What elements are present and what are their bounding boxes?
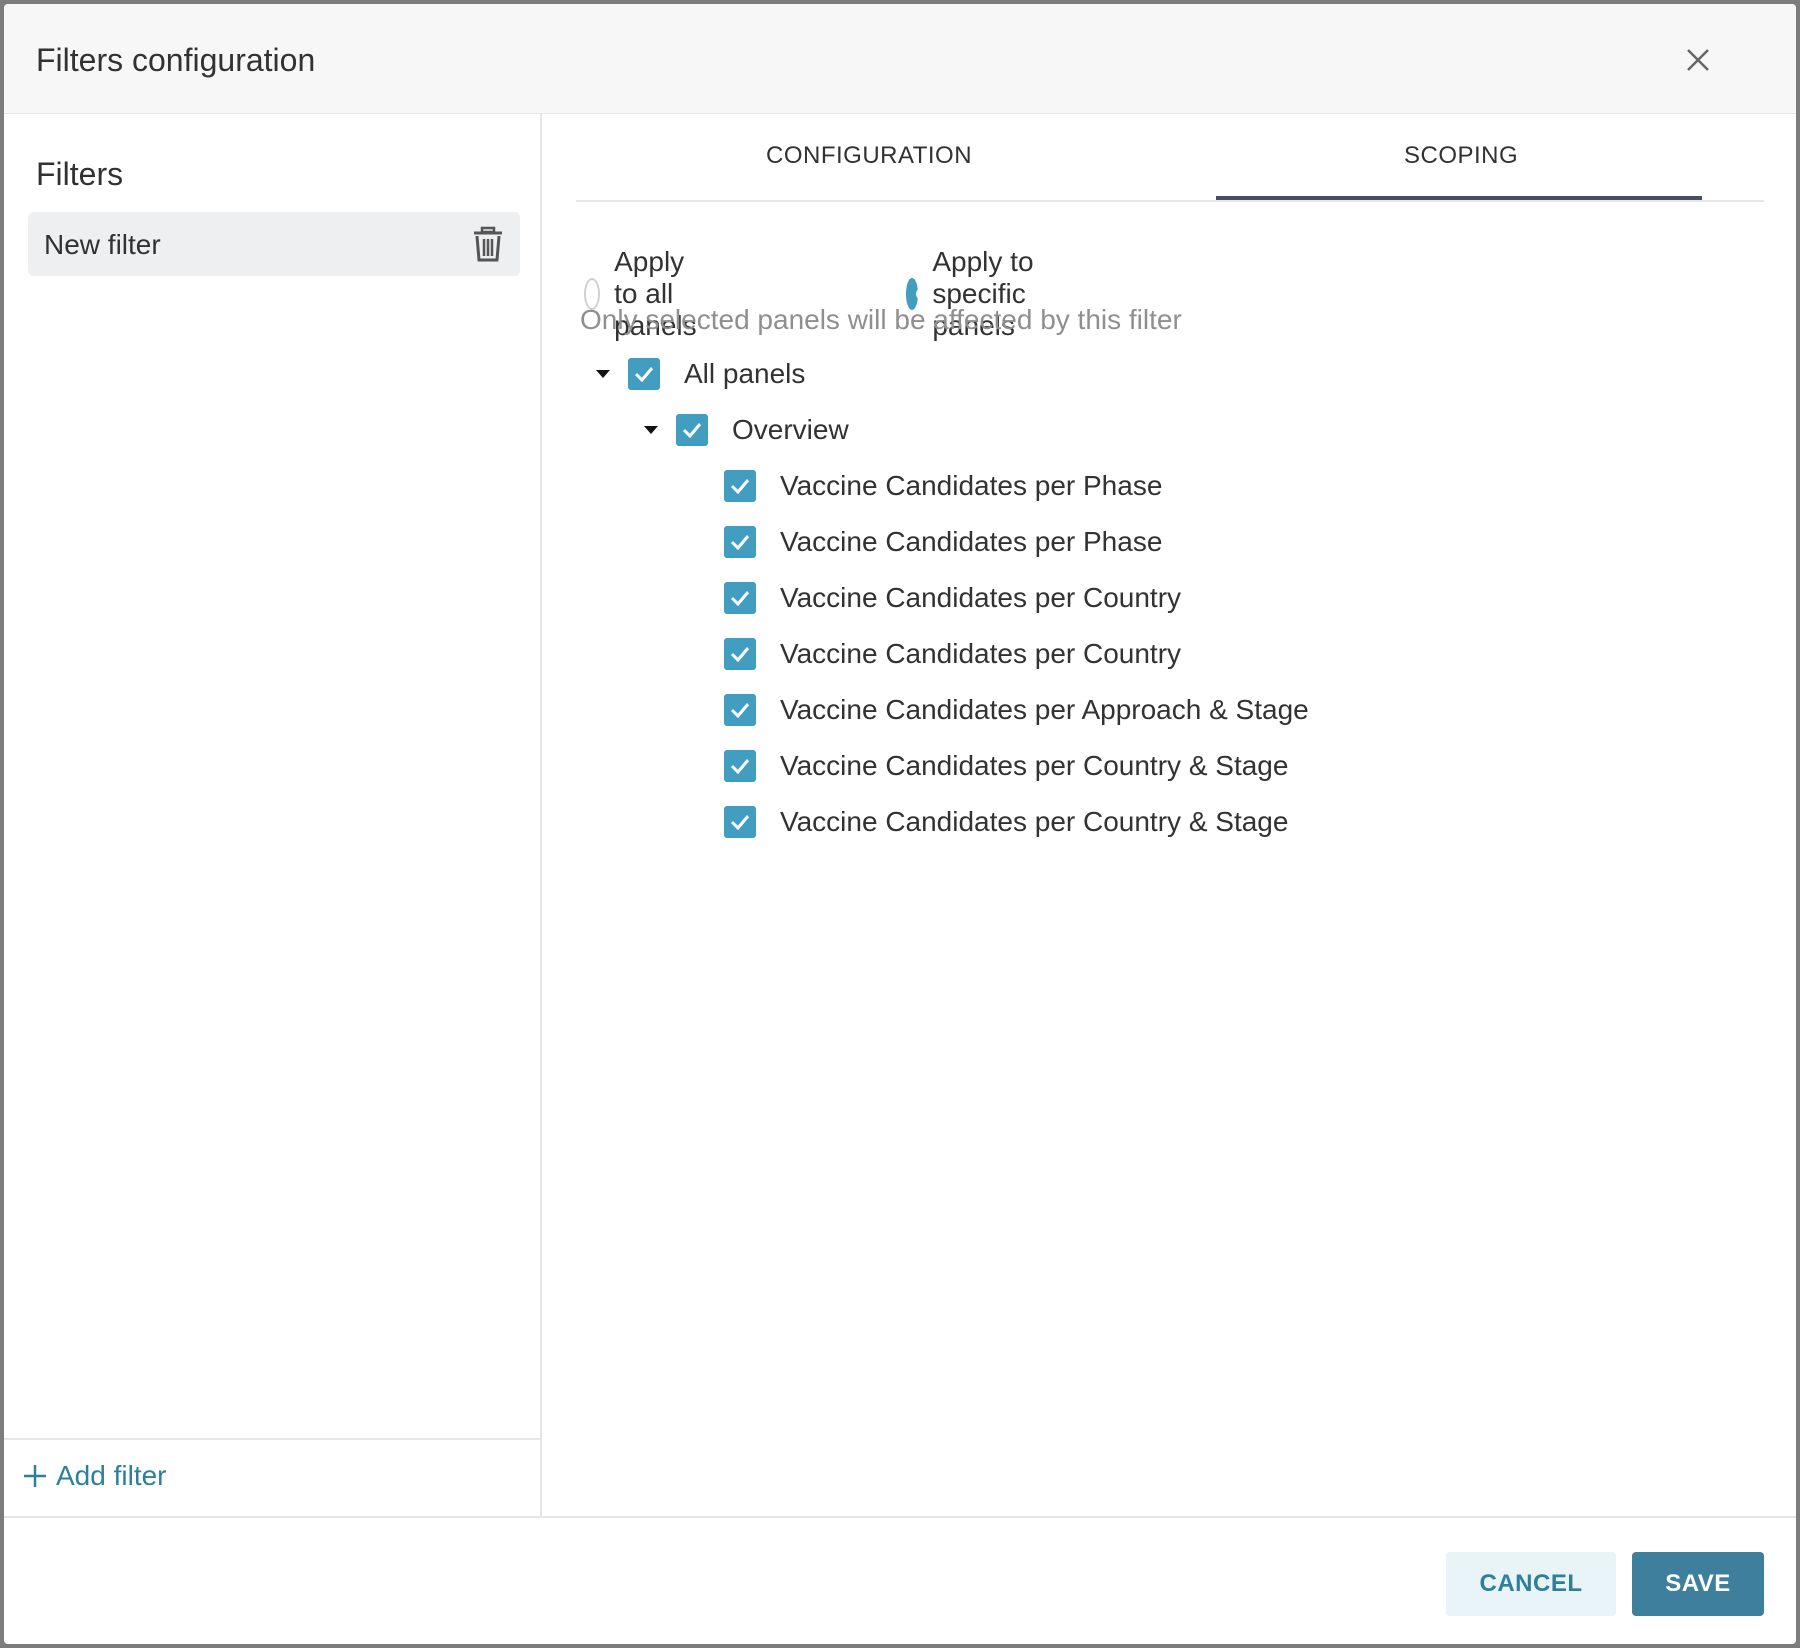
- modal-header: Filters configuration: [4, 4, 1796, 114]
- filters-sidebar: Filters New filter Add filter: [4, 114, 542, 1516]
- tab-configuration[interactable]: CONFIGURATION: [766, 142, 972, 170]
- check-icon: [730, 759, 750, 774]
- filter-details-pane: CONFIGURATION SCOPING Apply to all panel…: [544, 114, 1796, 1516]
- close-icon[interactable]: [1680, 42, 1716, 78]
- checkbox-panel[interactable]: [724, 470, 756, 502]
- save-button[interactable]: SAVE: [1632, 1552, 1764, 1616]
- tree-node-panel: Vaccine Candidates per Country & Stage: [724, 746, 1288, 786]
- check-icon: [730, 647, 750, 662]
- scope-hint-text: Only selected panels will be affected by…: [580, 304, 1182, 335]
- tree-node-all-panels: All panels: [592, 354, 805, 394]
- tree-node-overview: Overview: [640, 410, 849, 450]
- tree-label: Vaccine Candidates per Phase: [780, 470, 1163, 501]
- filter-item-label: New filter: [44, 229, 161, 260]
- checkbox-panel[interactable]: [724, 638, 756, 670]
- checkbox-all-panels[interactable]: [628, 358, 660, 390]
- caret-down-icon[interactable]: [592, 362, 616, 386]
- trash-icon[interactable]: [468, 224, 508, 264]
- check-icon: [730, 479, 750, 494]
- tree-label: Vaccine Candidates per Country & Stage: [780, 750, 1289, 781]
- check-icon: [730, 815, 750, 830]
- filters-heading: Filters: [36, 156, 124, 192]
- tree-label: Overview: [732, 414, 849, 445]
- tree-node-panel: Vaccine Candidates per Phase: [724, 522, 1162, 562]
- checkbox-panel[interactable]: [724, 582, 756, 614]
- check-icon: [682, 423, 702, 438]
- checkbox-panel[interactable]: [724, 806, 756, 838]
- tree-label: Vaccine Candidates per Country & Stage: [780, 806, 1289, 837]
- tab-bar: CONFIGURATION SCOPING: [576, 114, 1764, 202]
- tree-node-panel: Vaccine Candidates per Approach & Stage: [724, 690, 1309, 730]
- tree-label: Vaccine Candidates per Approach & Stage: [780, 694, 1309, 725]
- tree-label: All panels: [684, 358, 806, 389]
- tree-label: Vaccine Candidates per Country: [780, 638, 1182, 669]
- tree-label: Vaccine Candidates per Phase: [780, 526, 1163, 557]
- filter-item-new-filter[interactable]: New filter: [28, 212, 520, 276]
- tree-node-panel: Vaccine Candidates per Country & Stage: [724, 802, 1288, 842]
- checkbox-panel[interactable]: [724, 750, 756, 782]
- tree-node-panel: Vaccine Candidates per Country: [724, 634, 1181, 674]
- checkbox-panel[interactable]: [724, 526, 756, 558]
- check-icon: [730, 703, 750, 718]
- modal-footer: CANCEL SAVE: [4, 1516, 1796, 1644]
- checkbox-panel[interactable]: [724, 694, 756, 726]
- sidebar-footer: Add filter: [4, 1438, 540, 1516]
- checkbox-overview[interactable]: [676, 414, 708, 446]
- add-filter-label: Add filter: [56, 1460, 167, 1491]
- check-icon: [730, 535, 750, 550]
- caret-down-icon[interactable]: [640, 418, 664, 442]
- plus-icon: [24, 1465, 46, 1487]
- check-icon: [634, 367, 654, 382]
- add-filter-button[interactable]: Add filter: [22, 1460, 167, 1492]
- tree-node-panel: Vaccine Candidates per Phase: [724, 466, 1162, 506]
- tree-node-panel: Vaccine Candidates per Country: [724, 578, 1181, 618]
- check-icon: [730, 591, 750, 606]
- filters-config-modal: Filters configuration Filters New filter: [4, 4, 1796, 1644]
- tree-label: Vaccine Candidates per Country: [780, 582, 1182, 613]
- active-tab-indicator: [1216, 196, 1702, 200]
- tab-scoping[interactable]: SCOPING: [1404, 142, 1518, 170]
- modal-title: Filters configuration: [36, 42, 316, 78]
- cancel-button[interactable]: CANCEL: [1446, 1552, 1616, 1616]
